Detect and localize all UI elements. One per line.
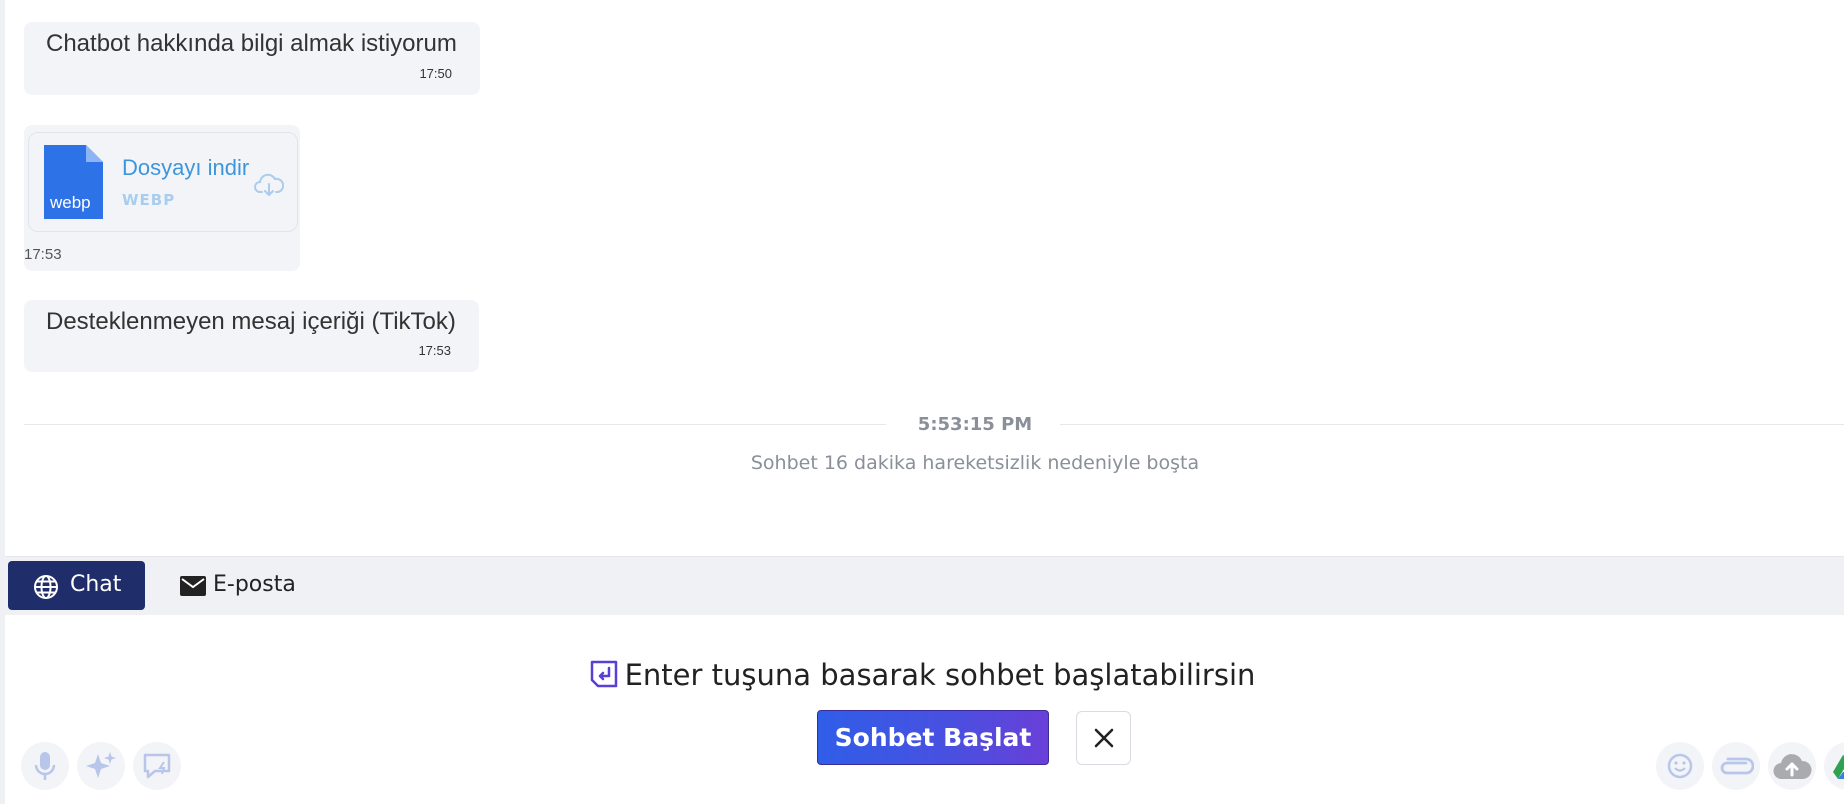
svg-text:webp: webp <box>49 193 91 212</box>
google-drive-button[interactable] <box>1824 742 1844 790</box>
sparkles-icon <box>86 752 116 778</box>
close-button[interactable] <box>1076 711 1131 765</box>
cloud-upload-icon <box>1773 754 1812 780</box>
enter-key-icon <box>590 660 617 688</box>
message-text: Chatbot hakkında bilgi almak istiyorum <box>46 30 457 57</box>
message-time: 17:53 <box>418 343 451 358</box>
tab-email[interactable]: E-posta <box>173 561 313 610</box>
voice-button[interactable] <box>21 742 69 790</box>
cloud-download-icon[interactable] <box>254 173 284 197</box>
attachment-button[interactable] <box>1712 742 1760 790</box>
emoji-button[interactable] <box>1656 742 1704 790</box>
start-chat-button[interactable]: Sohbet Başlat <box>817 710 1049 765</box>
mail-icon <box>180 576 206 596</box>
cloud-upload-button[interactable] <box>1768 742 1816 790</box>
download-file-link[interactable]: Dosyayı indir <box>122 155 249 181</box>
channel-tab-bar: Chat E-posta <box>5 556 1844 615</box>
microphone-icon <box>34 752 56 780</box>
message-time: 17:50 <box>419 66 452 81</box>
message-text: Desteklenmeyen mesaj içeriği (TikTok) <box>46 308 456 335</box>
divider-line <box>24 424 886 425</box>
quick-reply-icon <box>143 753 171 779</box>
quick-reply-button[interactable] <box>133 742 181 790</box>
globe-icon <box>34 575 58 599</box>
ai-assist-button[interactable] <box>77 742 125 790</box>
tab-chat-label: Chat <box>70 572 122 597</box>
separator-timestamp: 5:53:15 PM <box>917 414 1033 435</box>
file-attachment-card[interactable]: webp Dosyayı indir WEBP <box>28 132 298 232</box>
hint-text: Enter tuşuna basarak sohbet başlatabilir… <box>624 658 1256 692</box>
message-bubble: Desteklenmeyen mesaj içeriği (TikTok) 17… <box>24 300 479 372</box>
attachment-icon <box>1720 757 1754 775</box>
close-icon <box>1094 728 1114 748</box>
google-drive-icon <box>1833 755 1844 779</box>
tab-chat[interactable]: Chat <box>8 561 145 610</box>
tab-email-label: E-posta <box>213 572 296 597</box>
file-type-label: WEBP <box>122 191 176 209</box>
start-chat-hint: Enter tuşuna basarak sohbet başlatabilir… <box>0 658 1844 692</box>
idle-notice: Sohbet 16 dakika hareketsizlik nedeniyle… <box>750 452 1200 474</box>
file-message: webp Dosyayı indir WEBP 17:53 <box>24 125 300 271</box>
message-bubble: Chatbot hakkında bilgi almak istiyorum 1… <box>24 22 480 95</box>
webp-file-icon: webp <box>44 145 103 219</box>
message-time: 17:53 <box>24 246 62 263</box>
emoji-icon <box>1667 753 1693 779</box>
divider-line <box>1060 424 1844 425</box>
